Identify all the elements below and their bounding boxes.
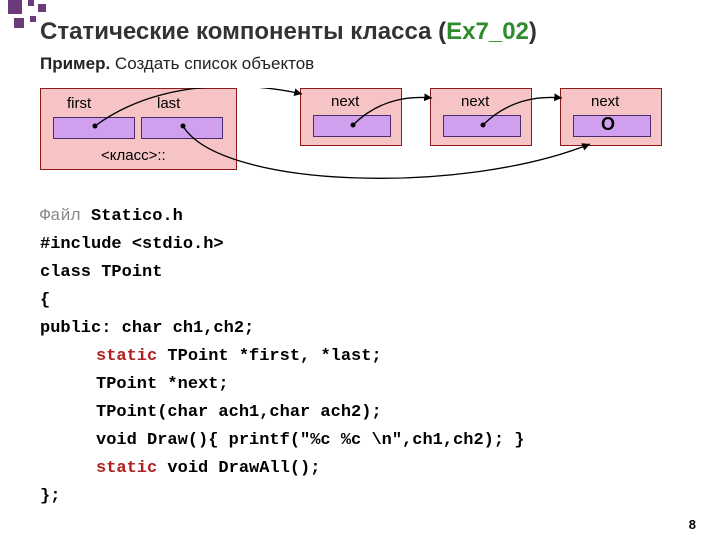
code-line-7: TPoint *next; — [40, 371, 710, 399]
subtitle-bold: Пример. — [40, 54, 110, 73]
node-2: next — [430, 88, 532, 146]
code-l5: public: char ch1,ch2; — [40, 319, 254, 338]
node1-slot — [313, 115, 391, 137]
code-l3: class TPoint — [40, 263, 162, 282]
class-caption: <класс>:: — [101, 147, 166, 164]
code-l10b: void DrawAll(); — [157, 459, 320, 478]
code-l11: }; — [40, 487, 60, 506]
code-line-6: static TPoint *first, *last; — [40, 343, 710, 371]
code-l6b: TPoint *first, *last; — [157, 347, 381, 366]
code-l1b: Statico.h — [81, 207, 183, 226]
null-marker: O — [601, 114, 615, 135]
class-box: first last <класс>:: — [40, 88, 237, 170]
node1-label: next — [331, 93, 359, 110]
code-l2: #include <stdio.h> — [40, 235, 224, 254]
slot-first — [53, 117, 135, 139]
node3-label: next — [591, 93, 619, 110]
title-post: ) — [529, 18, 537, 45]
code-line-9: void Draw(){ printf("%c %c \n",ch1,ch2);… — [40, 427, 710, 455]
subtitle-rest: Создать список объектов — [110, 54, 314, 73]
code-l4: { — [40, 291, 50, 310]
node2-label: next — [461, 93, 489, 110]
node2-slot — [443, 115, 521, 137]
code-l6a: static — [96, 347, 157, 366]
code-line-10: static void DrawAll(); — [40, 455, 710, 483]
label-last: last — [157, 95, 180, 112]
code-l1a: Файл — [40, 207, 81, 226]
code-l8: TPoint(char ach1,char ach2); — [96, 403, 382, 422]
code-line-2: #include <stdio.h> — [40, 231, 710, 259]
page-number: 8 — [689, 517, 696, 532]
slide-subtitle: Пример. Создать список объектов — [0, 50, 720, 84]
slide-title: Статические компоненты класса (Ex7_02) — [0, 0, 720, 50]
code-block: Файл Statico.h #include <stdio.h> class … — [0, 203, 720, 512]
code-l10a: static — [96, 459, 157, 478]
code-line-8: TPoint(char ach1,char ach2); — [40, 399, 710, 427]
corner-decoration — [8, 0, 68, 30]
node-1: next — [300, 88, 402, 146]
node-3: next O — [560, 88, 662, 146]
code-l7: TPoint *next; — [96, 375, 229, 394]
code-l9: void Draw(){ printf("%c %c \n",ch1,ch2);… — [96, 431, 524, 450]
title-code: Ex7_02 — [446, 18, 529, 45]
title-pre: Статические компоненты класса ( — [40, 18, 446, 45]
code-line-1: Файл Statico.h — [40, 203, 710, 231]
code-line-11: }; — [40, 483, 710, 511]
code-line-4: { — [40, 287, 710, 315]
label-first: first — [67, 95, 91, 112]
code-line-5: public: char ch1,ch2; — [40, 315, 710, 343]
slot-last — [141, 117, 223, 139]
code-line-3: class TPoint — [40, 259, 710, 287]
linked-list-diagram: first last <класс>:: next next next O — [40, 88, 710, 203]
